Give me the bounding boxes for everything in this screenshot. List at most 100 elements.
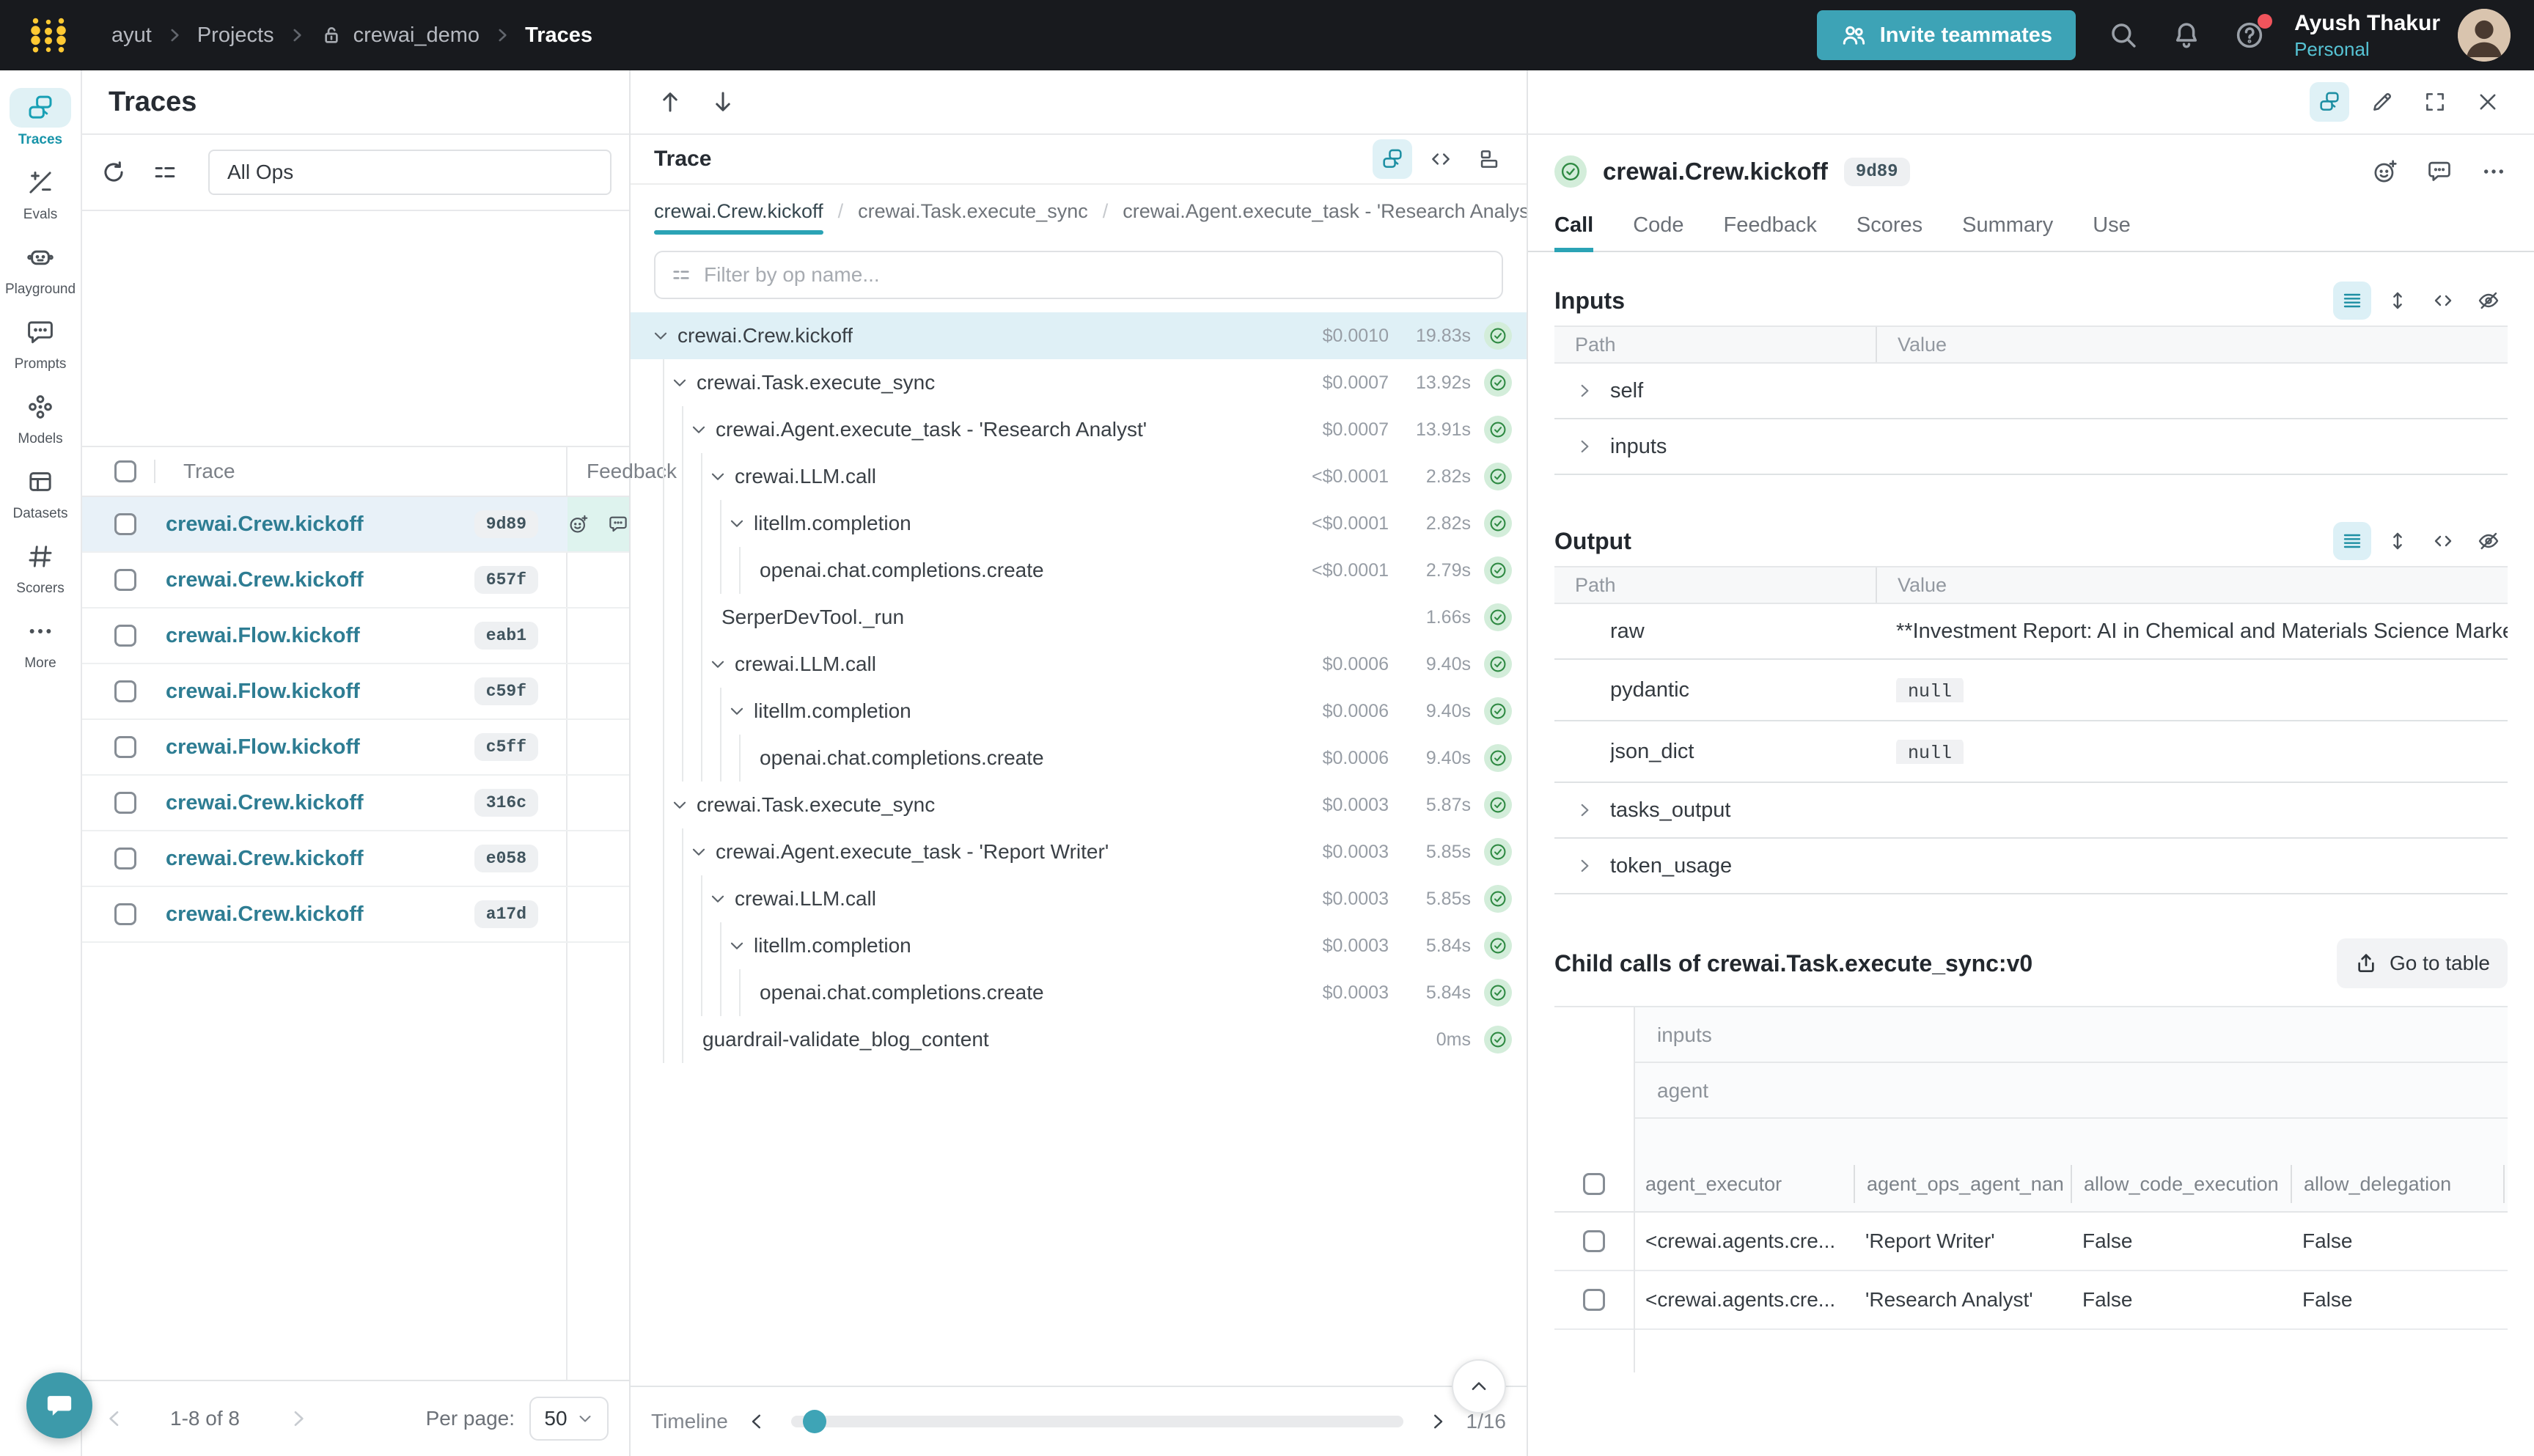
chevron-down-icon[interactable] xyxy=(689,842,716,861)
tree-row[interactable]: crewai.Crew.kickoff $0.0010 19.83s xyxy=(631,312,1527,359)
tree-view-button[interactable] xyxy=(1373,139,1412,179)
row-checkbox[interactable] xyxy=(114,736,136,758)
trace-column-header[interactable]: Trace xyxy=(183,460,235,483)
comment-icon[interactable] xyxy=(2425,158,2453,185)
call-crumb[interactable]: crewai.Crew.kickoff xyxy=(654,200,823,223)
code-view-button[interactable] xyxy=(2424,282,2462,320)
more-menu-icon[interactable] xyxy=(2480,158,2508,185)
add-reaction-icon[interactable] xyxy=(568,512,590,537)
row-checkbox[interactable] xyxy=(114,680,136,702)
tree-row[interactable]: litellm.completion $0.0003 5.84s xyxy=(631,922,1527,969)
chevron-down-icon[interactable] xyxy=(727,514,754,533)
ops-filter-dropdown[interactable]: All Ops xyxy=(208,150,612,195)
output-row-pydantic[interactable]: pydantic null xyxy=(1554,660,2508,721)
timeline-next-button[interactable] xyxy=(1427,1411,1449,1433)
chevron-right-icon[interactable] xyxy=(1575,381,1610,400)
trace-link[interactable]: crewai.Crew.kickoff xyxy=(166,847,364,871)
table-row[interactable]: <crewai.agents.cre... 'Research Analyst'… xyxy=(1554,1271,2508,1330)
flame-graph-view-button[interactable] xyxy=(1469,139,1509,179)
tab-summary[interactable]: Summary xyxy=(1962,213,2053,251)
tree-row[interactable]: openai.chat.completions.create <$0.0001 … xyxy=(631,547,1527,594)
hide-values-button[interactable] xyxy=(2469,522,2508,560)
tree-row[interactable]: openai.chat.completions.create $0.0006 9… xyxy=(631,735,1527,782)
code-view-button[interactable] xyxy=(1421,139,1461,179)
chevron-down-icon[interactable] xyxy=(670,373,697,392)
trace-link[interactable]: crewai.Crew.kickoff xyxy=(166,902,364,927)
list-view-button[interactable] xyxy=(2333,282,2371,320)
breadcrumb-org[interactable]: ayut xyxy=(111,23,152,48)
call-crumb[interactable]: crewai.Agent.execute_task - 'Research An… xyxy=(1123,200,1527,223)
add-reaction-icon[interactable] xyxy=(2371,158,2399,185)
chevron-down-icon[interactable] xyxy=(689,420,716,439)
avatar[interactable] xyxy=(2458,9,2511,62)
sidebar-item-scorers[interactable]: Scorers xyxy=(0,537,81,597)
detail-content[interactable]: Inputs Path Value self xyxy=(1528,252,2534,1456)
timeline-slider-handle[interactable] xyxy=(803,1410,826,1433)
column-settings-button[interactable] xyxy=(151,158,179,186)
tab-scores[interactable]: Scores xyxy=(1857,213,1922,251)
sidebar-item-datasets[interactable]: Datasets xyxy=(0,462,81,522)
next-page-button[interactable] xyxy=(287,1407,310,1430)
table-row[interactable]: <crewai.agents.cre... 'Report Writer' Fa… xyxy=(1554,1213,2508,1271)
close-button[interactable] xyxy=(2468,82,2508,122)
chevron-down-icon[interactable] xyxy=(708,655,735,674)
chevron-right-icon[interactable] xyxy=(1575,856,1610,875)
show-tree-button[interactable] xyxy=(2310,82,2349,122)
tab-use[interactable]: Use xyxy=(2093,213,2131,251)
chevron-right-icon[interactable] xyxy=(1575,437,1610,456)
expand-all-button[interactable] xyxy=(2379,522,2417,560)
trace-link[interactable]: crewai.Flow.kickoff xyxy=(166,680,360,704)
trace-link[interactable]: crewai.Flow.kickoff xyxy=(166,735,360,760)
call-id-badge[interactable]: 9d89 xyxy=(1844,158,1910,186)
timeline-prev-button[interactable] xyxy=(746,1411,768,1433)
row-checkbox[interactable] xyxy=(1583,1230,1605,1252)
chevron-down-icon[interactable] xyxy=(727,936,754,955)
code-view-button[interactable] xyxy=(2424,522,2462,560)
tree-row[interactable]: crewai.LLM.call <$0.0001 2.82s xyxy=(631,453,1527,500)
row-checkbox[interactable] xyxy=(1583,1289,1605,1311)
tab-feedback[interactable]: Feedback xyxy=(1724,213,1817,251)
chevron-right-icon[interactable] xyxy=(1575,801,1610,820)
tab-call[interactable]: Call xyxy=(1554,213,1593,251)
call-crumb[interactable]: crewai.Task.execute_sync xyxy=(858,200,1088,223)
tree-row[interactable]: guardrail-validate_blog_content 0ms xyxy=(631,1016,1527,1063)
tree-row[interactable]: SerperDevTool._run 1.66s xyxy=(631,594,1527,641)
column-header[interactable]: b xyxy=(2503,1165,2508,1203)
sidebar-item-evals[interactable]: Evals xyxy=(0,163,81,223)
column-header[interactable]: agent_executor xyxy=(1634,1165,1854,1203)
output-row-token-usage[interactable]: token_usage xyxy=(1554,839,2508,894)
chevron-down-icon[interactable] xyxy=(670,795,697,815)
output-row-json-dict[interactable]: json_dict null xyxy=(1554,721,2508,783)
next-call-arrow-icon[interactable] xyxy=(710,89,736,115)
sidebar-item-prompts[interactable]: Prompts xyxy=(0,312,81,372)
expand-all-button[interactable] xyxy=(2379,282,2417,320)
table-row[interactable]: crewai.Flow.kickoff eab1 xyxy=(82,608,629,664)
row-checkbox[interactable] xyxy=(114,792,136,814)
list-view-button[interactable] xyxy=(2333,522,2371,560)
row-checkbox[interactable] xyxy=(114,513,136,535)
trace-link[interactable]: crewai.Crew.kickoff xyxy=(166,512,364,537)
tab-code[interactable]: Code xyxy=(1633,213,1683,251)
tree-row[interactable]: crewai.LLM.call $0.0006 9.40s xyxy=(631,641,1527,688)
row-checkbox[interactable] xyxy=(114,848,136,869)
timeline-slider[interactable] xyxy=(791,1416,1403,1427)
tree-row[interactable]: openai.chat.completions.create $0.0003 5… xyxy=(631,969,1527,1016)
sidebar-item-playground[interactable]: Playground xyxy=(0,238,81,298)
previous-call-arrow-icon[interactable] xyxy=(657,89,683,115)
column-header[interactable]: agent_ops_agent_nan xyxy=(1854,1165,2071,1203)
table-row[interactable]: crewai.Flow.kickoff c59f xyxy=(82,664,629,720)
tree-row[interactable]: litellm.completion $0.0006 9.40s xyxy=(631,688,1527,735)
tree-row[interactable]: crewai.Agent.execute_task - 'Report Writ… xyxy=(631,828,1527,875)
help-icon[interactable] xyxy=(2234,20,2265,51)
trace-link[interactable]: crewai.Crew.kickoff xyxy=(166,568,364,592)
edit-button[interactable] xyxy=(2362,82,2402,122)
previous-page-button[interactable] xyxy=(103,1407,126,1430)
row-checkbox[interactable] xyxy=(114,625,136,647)
table-row[interactable]: crewai.Crew.kickoff a17d xyxy=(82,887,629,943)
invite-teammates-button[interactable]: Invite teammates xyxy=(1817,10,2076,60)
chevron-down-icon[interactable] xyxy=(651,326,677,345)
column-header[interactable]: allow_code_execution xyxy=(2071,1165,2291,1203)
table-row[interactable]: crewai.Crew.kickoff 657f xyxy=(82,553,629,608)
column-header[interactable]: allow_delegation xyxy=(2291,1165,2503,1203)
table-row[interactable]: crewai.Crew.kickoff e058 xyxy=(82,831,629,887)
